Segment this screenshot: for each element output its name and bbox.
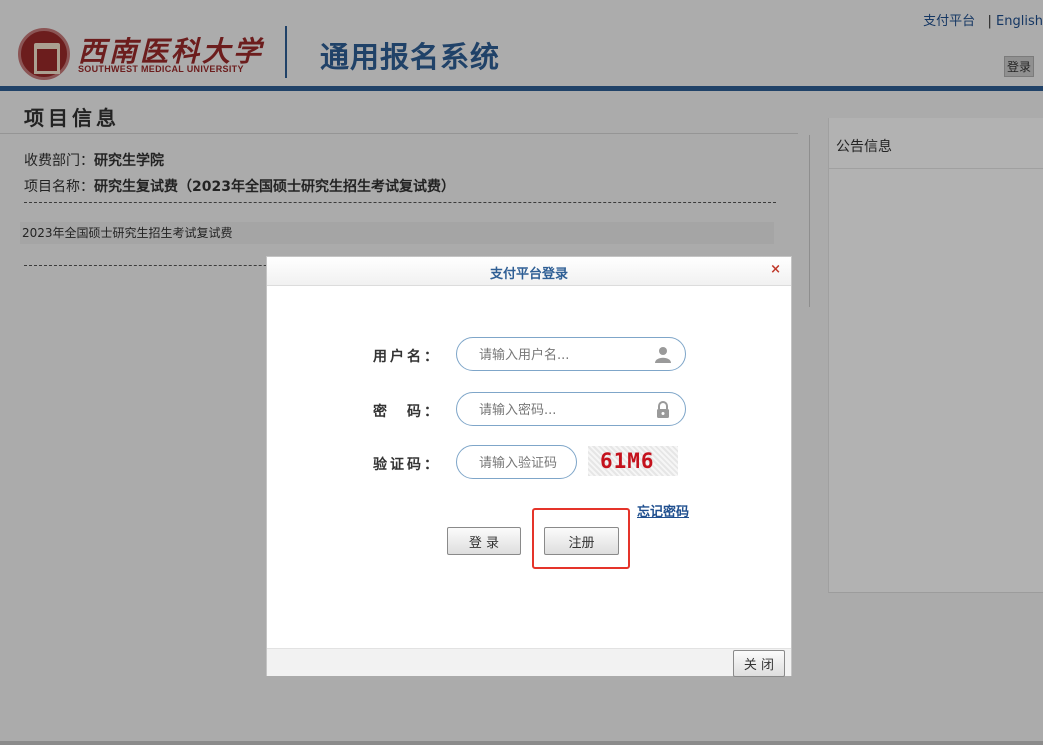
password-label: 密 码： bbox=[373, 404, 441, 420]
captcha-label: 验证码： bbox=[373, 457, 441, 473]
dialog-title: 支付平台登录 bbox=[489, 267, 568, 282]
lock-icon bbox=[657, 401, 669, 418]
username-input[interactable] bbox=[477, 345, 641, 365]
close-icon[interactable]: × bbox=[770, 262, 781, 277]
password-input[interactable] bbox=[477, 400, 641, 420]
captcha-field bbox=[456, 445, 577, 479]
password-field bbox=[456, 392, 686, 426]
captcha-input[interactable] bbox=[477, 453, 576, 473]
captcha-image[interactable]: 61M6 bbox=[588, 446, 678, 476]
user-icon bbox=[655, 347, 671, 363]
username-field bbox=[456, 337, 686, 371]
register-highlight-box bbox=[532, 508, 630, 569]
username-label: 用户名： bbox=[373, 349, 441, 365]
close-button[interactable]: 关 闭 bbox=[733, 650, 785, 677]
dialog-header: 支付平台登录 × bbox=[267, 257, 791, 286]
dialog-footer: 关 闭 bbox=[267, 648, 791, 677]
login-dialog: 支付平台登录 × 用户名： 密 码： 验证码： 61M6 忘记密码 登 录 注册… bbox=[266, 256, 792, 677]
login-button[interactable]: 登 录 bbox=[447, 527, 521, 555]
forgot-password-link[interactable]: 忘记密码 bbox=[637, 501, 689, 520]
